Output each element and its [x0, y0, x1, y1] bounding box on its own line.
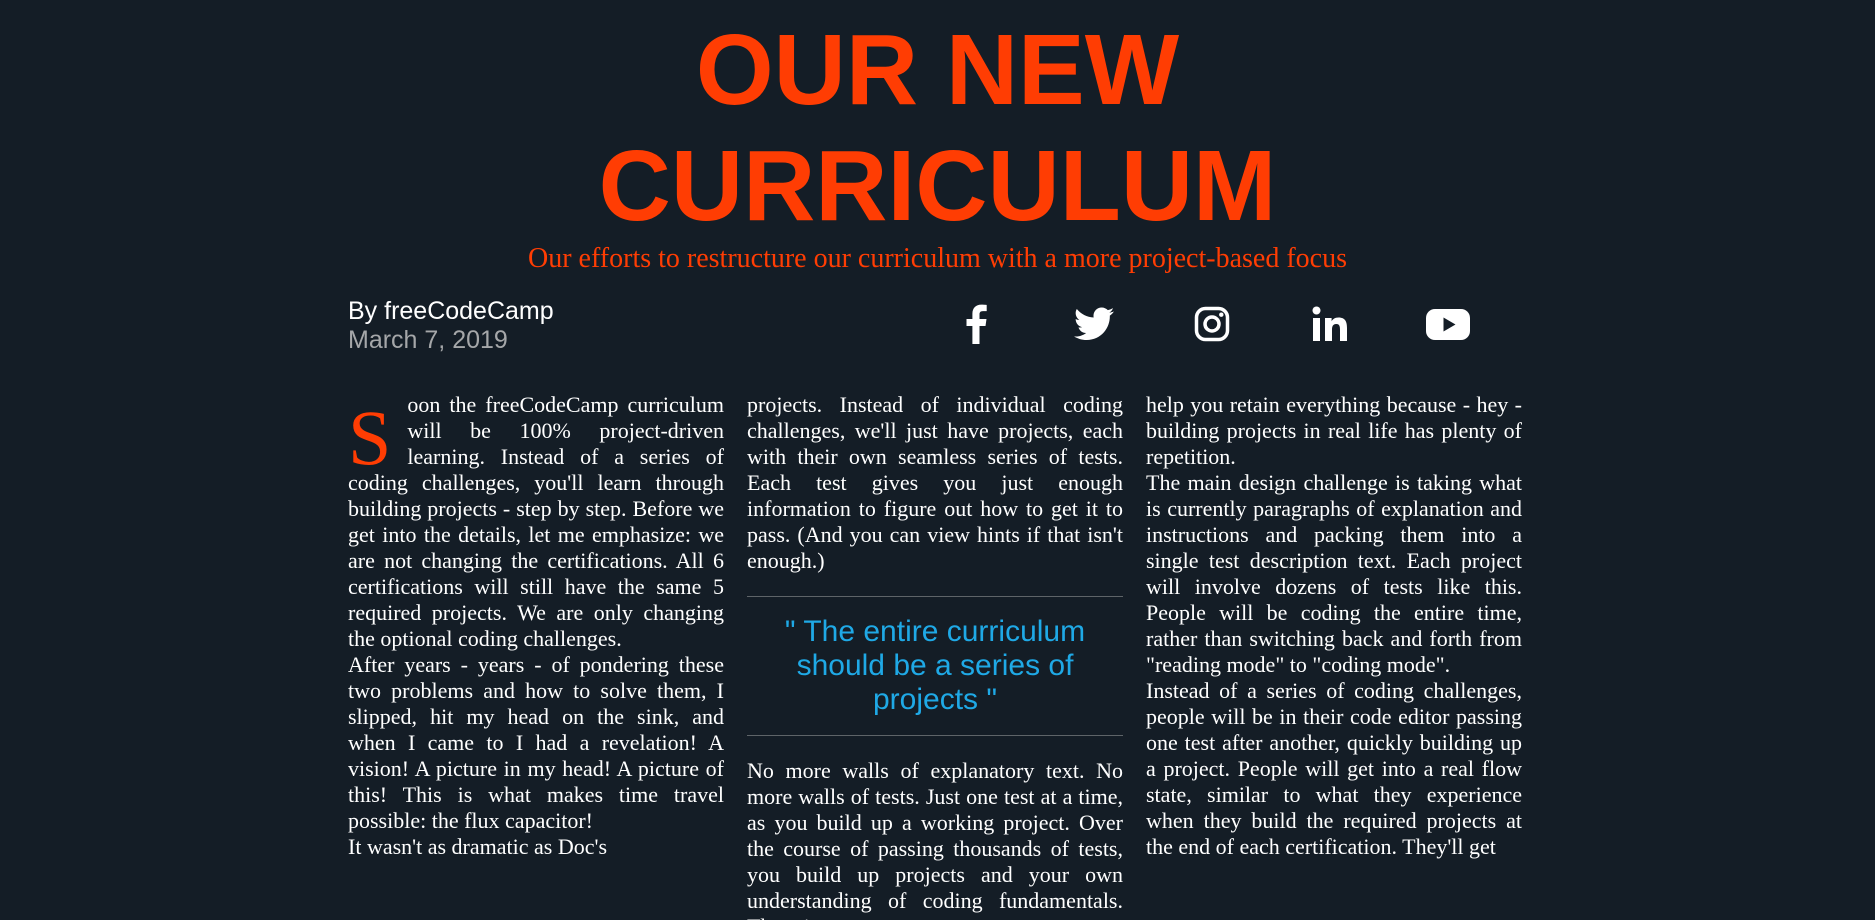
article-paragraph: It wasn't as dramatic as Doc's	[348, 834, 608, 859]
article-paragraph: Instead of a series of coding challenges…	[1146, 678, 1522, 859]
facebook-link[interactable]	[917, 300, 1035, 348]
youtube-link[interactable]	[1389, 300, 1507, 348]
page-title: OUR NEW CURRICULUM	[0, 12, 1875, 244]
page-subtitle: Our efforts to restructure our curriculu…	[528, 243, 1347, 274]
article-paragraph: No more walls of explanatory text. No mo…	[747, 758, 1123, 920]
author-name: By freeCodeCamp	[348, 297, 554, 325]
drop-cap: S	[348, 394, 392, 481]
article-paragraph: Soon the freeCodeCamp curriculum will be…	[348, 392, 724, 652]
article-paragraph: The main design challenge is taking what…	[1146, 470, 1522, 677]
article-paragraph-text: oon the freeCodeCamp curriculum will be …	[348, 392, 724, 651]
page-title-line-2: CURRICULUM	[598, 130, 1277, 242]
article-column-2: projects. Instead of individual coding c…	[747, 392, 1123, 920]
page-title-line-1: OUR NEW	[695, 14, 1180, 126]
twitter-icon	[1074, 307, 1114, 340]
article-body: Soon the freeCodeCamp curriculum will be…	[348, 392, 1523, 920]
article-column-1: Soon the freeCodeCamp curriculum will be…	[348, 392, 724, 860]
pull-quote: " The entire curriculum should be a seri…	[747, 596, 1123, 736]
facebook-icon	[966, 304, 987, 344]
publish-date: March 7, 2019	[348, 326, 508, 354]
youtube-icon	[1426, 308, 1470, 340]
article-paragraph: After years - years - of pondering these…	[348, 652, 724, 833]
pull-quote-text: " The entire curriculum should be a seri…	[784, 615, 1086, 716]
instagram-icon	[1194, 306, 1230, 342]
linkedin-icon	[1312, 306, 1347, 341]
article-column-3: help you retain everything because - hey…	[1146, 392, 1522, 860]
article-paragraph: help you retain everything because - hey…	[1146, 392, 1522, 469]
article-paragraph: projects. Instead of individual coding c…	[747, 392, 1123, 573]
instagram-link[interactable]	[1153, 300, 1271, 348]
linkedin-link[interactable]	[1271, 300, 1389, 348]
twitter-link[interactable]	[1035, 300, 1153, 348]
social-icons	[917, 300, 1507, 348]
